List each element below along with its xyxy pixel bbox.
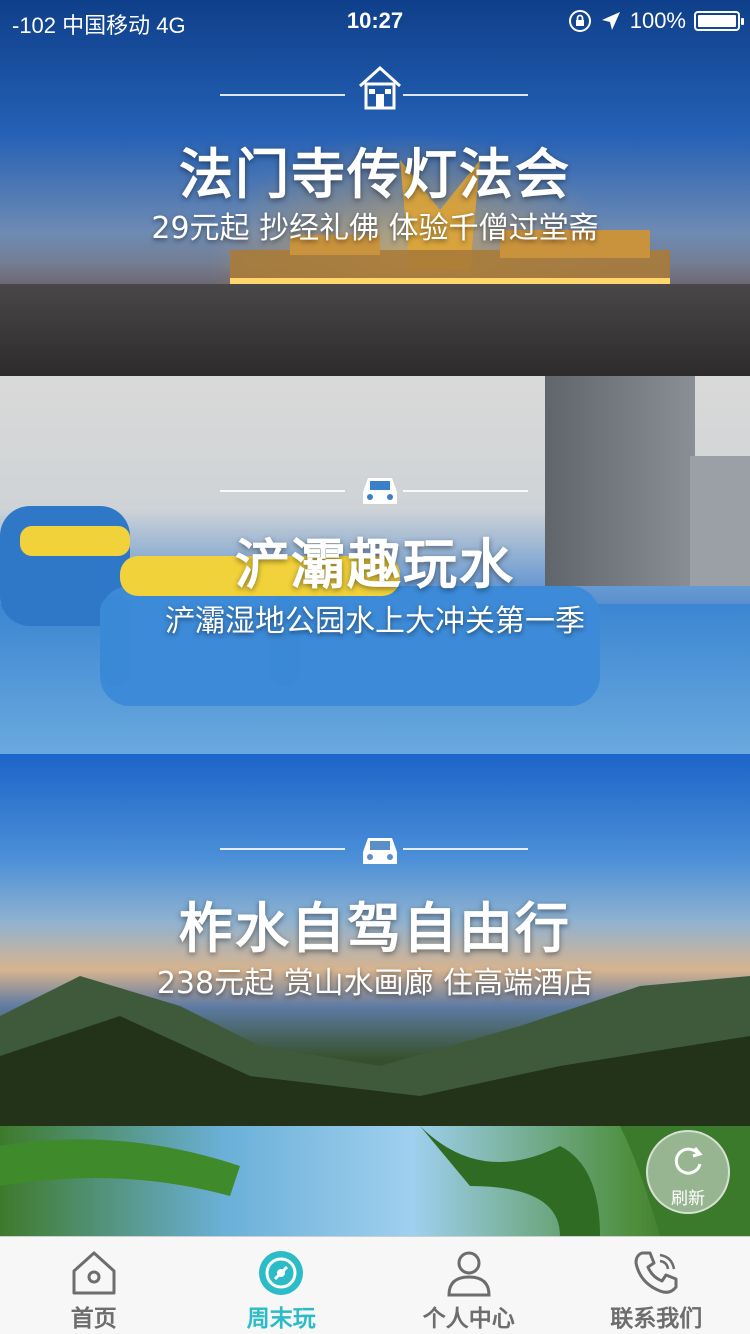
card-subtitle: 29元起 抄经礼佛 体验千僧过堂斋 xyxy=(151,211,599,246)
tab-label: 联系我们 xyxy=(610,1306,703,1332)
bottom-tab-bar: 首页 周末玩 个人中心 联系我们 xyxy=(0,1236,750,1334)
refresh-icon xyxy=(674,1147,703,1175)
car-icon xyxy=(363,838,397,864)
refresh-button[interactable]: 刷新 xyxy=(646,1130,730,1214)
card-subtitle: 浐灞湿地公园水上大冲关第一季 xyxy=(165,604,585,639)
tab-label: 个人中心 xyxy=(422,1306,515,1332)
tab-contact-us[interactable]: 联系我们 xyxy=(563,1237,750,1334)
location-arrow-icon xyxy=(601,12,620,30)
rotation-lock-icon xyxy=(568,10,591,32)
tab-label: 周末玩 xyxy=(246,1306,316,1332)
refresh-label: 刷新 xyxy=(671,1189,705,1209)
tab-weekend-fun[interactable]: 周末玩 xyxy=(188,1237,376,1334)
car-icon xyxy=(363,478,397,504)
tab-label: 首页 xyxy=(70,1306,117,1332)
card-title: 柞水自驾自由行 xyxy=(179,897,571,960)
battery-percent: 100% xyxy=(629,8,686,33)
battery-icon xyxy=(694,11,744,31)
house-icon xyxy=(358,65,402,110)
status-bar: -102 中国移动 4G 10:27 100% xyxy=(0,0,750,40)
home-icon xyxy=(72,1251,116,1295)
card-title: 浐灞趣玩水 xyxy=(235,533,515,596)
event-card-jungle[interactable] xyxy=(0,1126,750,1236)
card-subtitle: 238元起 赏山水画廊 住高端酒店 xyxy=(156,966,594,1001)
tab-home[interactable]: 首页 xyxy=(0,1237,188,1334)
event-card-zhashui-self-drive[interactable]: 柞水自驾自由行 238元起 赏山水画廊 住高端酒店 xyxy=(0,754,750,1126)
phone-icon xyxy=(634,1251,678,1294)
person-icon xyxy=(447,1251,491,1297)
card-title: 法门寺传灯法会 xyxy=(179,143,571,206)
event-card-famen-temple[interactable]: 法门寺传灯法会 29元起 抄经礼佛 体验千僧过堂斋 xyxy=(0,0,750,376)
event-card-chanba-water-fun[interactable]: 浐灞趣玩水 浐灞湿地公园水上大冲关第一季 xyxy=(0,376,750,754)
tab-personal-center[interactable]: 个人中心 xyxy=(375,1237,563,1334)
jungle-scene xyxy=(0,1126,750,1236)
compass-icon xyxy=(259,1251,304,1295)
